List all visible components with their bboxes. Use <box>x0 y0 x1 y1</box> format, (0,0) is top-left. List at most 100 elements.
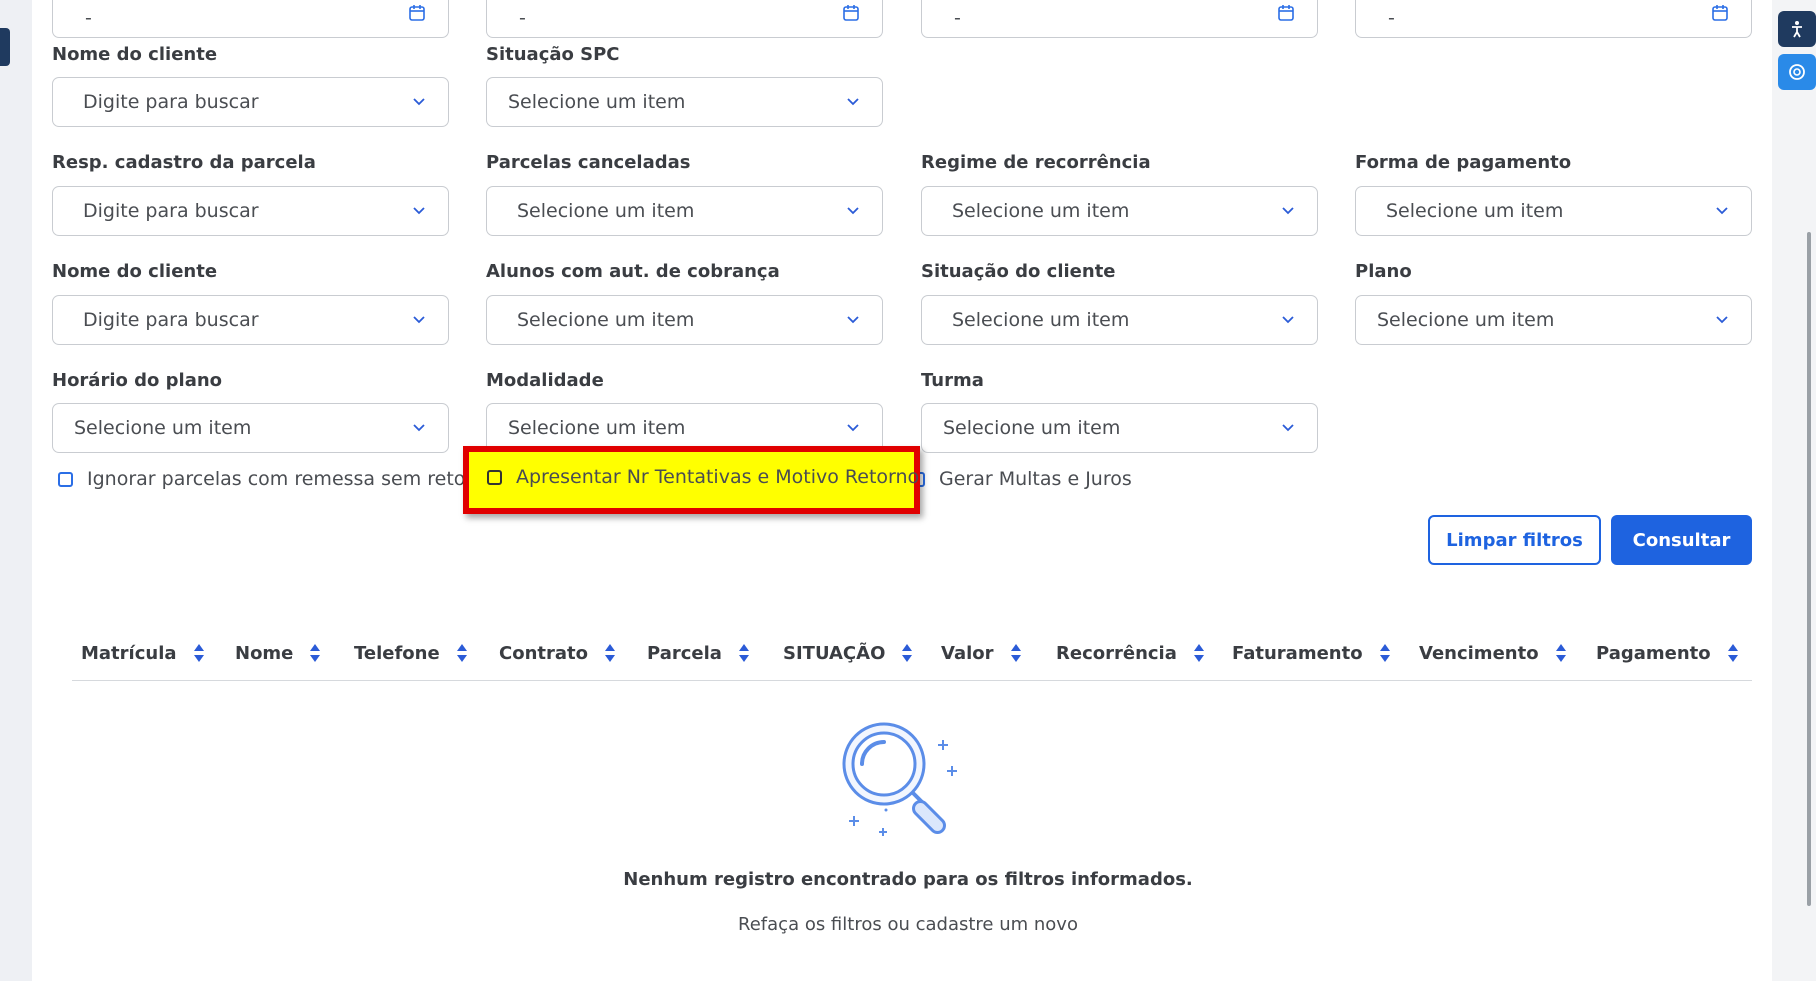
sort-icon[interactable] <box>604 642 616 664</box>
chevron-down-icon <box>1282 424 1294 432</box>
accessibility-icon <box>1792 21 1802 38</box>
sort-icon[interactable] <box>309 642 321 664</box>
label-situacao-spc: Situação SPC <box>486 44 620 65</box>
checkbox-apresentar-tentativas[interactable]: Apresentar Nr Tentativas e Motivo Retorn… <box>487 466 919 488</box>
date-field-3[interactable]: - <box>921 0 1318 38</box>
column-vencimento[interactable]: Vencimento <box>1419 642 1567 664</box>
sort-icon[interactable] <box>738 642 750 664</box>
select-value: Selecione um item <box>508 91 686 113</box>
openai-icon <box>1789 64 1805 80</box>
forma-pagamento-select[interactable]: Selecione um item <box>1355 186 1752 236</box>
sort-icon[interactable] <box>901 642 913 664</box>
limpar-filtros-button[interactable]: Limpar filtros <box>1428 515 1601 565</box>
parcelas-canceladas-select[interactable]: Selecione um item <box>486 186 883 236</box>
empty-state-subtitle: Refaça os filtros ou cadastre um novo <box>738 914 1078 935</box>
select-value: Digite para buscar <box>83 309 259 331</box>
accessibility-button[interactable] <box>1778 11 1816 47</box>
left-sidebar-toggle[interactable] <box>0 28 10 66</box>
date-field-4[interactable]: - <box>1355 0 1752 38</box>
chevron-down-icon <box>413 424 425 432</box>
chevron-down-icon <box>847 424 859 432</box>
sort-icon[interactable] <box>1193 642 1205 664</box>
sort-icon[interactable] <box>1727 642 1739 664</box>
label-plano: Plano <box>1355 261 1412 282</box>
date-field-value: - <box>954 6 961 29</box>
column-matricula[interactable]: Matrícula <box>81 642 205 664</box>
select-value: Selecione um item <box>517 309 695 331</box>
date-field-value: - <box>519 6 526 29</box>
nome-cliente-select[interactable]: Digite para buscar <box>52 77 449 127</box>
alunos-aut-cobranca-select[interactable]: Selecione um item <box>486 295 883 345</box>
situacao-cliente-select[interactable]: Selecione um item <box>921 295 1318 345</box>
select-value: Selecione um item <box>952 309 1130 331</box>
calendar-icon[interactable] <box>842 4 860 22</box>
calendar-icon[interactable] <box>1277 4 1295 22</box>
column-label: SITUAÇÃO <box>783 642 886 664</box>
column-recorrencia[interactable]: Recorrência <box>1056 642 1205 664</box>
chevron-down-icon <box>847 98 859 106</box>
left-rail <box>0 0 32 981</box>
select-value: Selecione um item <box>517 200 695 222</box>
resp-cadastro-select[interactable]: Digite para buscar <box>52 186 449 236</box>
column-label: Recorrência <box>1056 642 1177 664</box>
column-telefone[interactable]: Telefone <box>354 642 468 664</box>
chevron-down-icon <box>1282 316 1294 324</box>
sort-icon[interactable] <box>456 642 468 664</box>
chevron-down-icon <box>847 316 859 324</box>
label-nome-cliente-2: Nome do cliente <box>52 261 218 282</box>
calendar-icon[interactable] <box>408 4 426 22</box>
sort-icon[interactable] <box>1010 642 1022 664</box>
label-modalidade: Modalidade <box>486 370 604 391</box>
date-field-value: - <box>1388 6 1395 29</box>
checkbox-label: Ignorar parcelas com remessa sem retorno <box>87 468 497 490</box>
label-forma-pagamento: Forma de pagamento <box>1355 152 1572 173</box>
column-label: Matrícula <box>81 642 177 664</box>
checkbox-box[interactable] <box>487 469 502 485</box>
consultar-button[interactable]: Consultar <box>1611 515 1752 565</box>
calendar-icon[interactable] <box>1711 4 1729 22</box>
date-field-1[interactable]: - <box>52 0 449 38</box>
assistant-button[interactable] <box>1778 54 1816 90</box>
chevron-down-icon <box>1716 207 1728 215</box>
horario-plano-select[interactable]: Selecione um item <box>52 403 449 453</box>
column-label: Telefone <box>354 642 440 664</box>
checkbox-label: Gerar Multas e Juros <box>939 468 1132 490</box>
column-pagamento[interactable]: Pagamento <box>1596 642 1739 664</box>
label-nome-cliente: Nome do cliente <box>52 44 218 65</box>
date-field-2[interactable]: - <box>486 0 883 38</box>
checkbox-gerar-multas[interactable]: Gerar Multas e Juros <box>910 468 1132 490</box>
column-valor[interactable]: Valor <box>941 642 1022 664</box>
sort-icon[interactable] <box>1379 642 1391 664</box>
nome-cliente-2-select[interactable]: Digite para buscar <box>52 295 449 345</box>
column-label: Contrato <box>499 642 588 664</box>
label-horario-plano: Horário do plano <box>52 370 223 391</box>
sort-icon[interactable] <box>1555 642 1567 664</box>
scrollbar[interactable] <box>1807 232 1811 906</box>
column-label: Vencimento <box>1419 642 1539 664</box>
column-situacao[interactable]: SITUAÇÃO <box>783 642 913 664</box>
table-divider <box>72 680 1752 681</box>
label-parcelas-canceladas: Parcelas canceladas <box>486 152 691 173</box>
column-label: Faturamento <box>1232 642 1363 664</box>
situacao-spc-select[interactable]: Selecione um item <box>486 77 883 127</box>
date-field-value: - <box>85 6 92 29</box>
regime-recorrencia-select[interactable]: Selecione um item <box>921 186 1318 236</box>
chevron-down-icon <box>1282 207 1294 215</box>
checkbox-ignorar-parcelas[interactable]: Ignorar parcelas com remessa sem retorno <box>58 468 497 490</box>
select-value: Digite para buscar <box>83 200 259 222</box>
column-parcela[interactable]: Parcela <box>647 642 750 664</box>
chevron-down-icon <box>413 98 425 106</box>
column-nome[interactable]: Nome <box>235 642 321 664</box>
chevron-down-icon <box>847 207 859 215</box>
turma-select[interactable]: Selecione um item <box>921 403 1318 453</box>
annotation-highlight: Apresentar Nr Tentativas e Motivo Retorn… <box>463 446 920 514</box>
plano-select[interactable]: Selecione um item <box>1355 295 1752 345</box>
checkbox-box[interactable] <box>58 471 73 487</box>
column-faturamento[interactable]: Faturamento <box>1232 642 1391 664</box>
magnifier-icon <box>842 722 957 836</box>
select-value: Digite para buscar <box>83 91 259 113</box>
label-resp-cadastro: Resp. cadastro da parcela <box>52 152 316 173</box>
label-alunos-aut-cobranca: Alunos com aut. de cobrança <box>486 261 780 282</box>
sort-icon[interactable] <box>193 642 205 664</box>
column-contrato[interactable]: Contrato <box>499 642 616 664</box>
